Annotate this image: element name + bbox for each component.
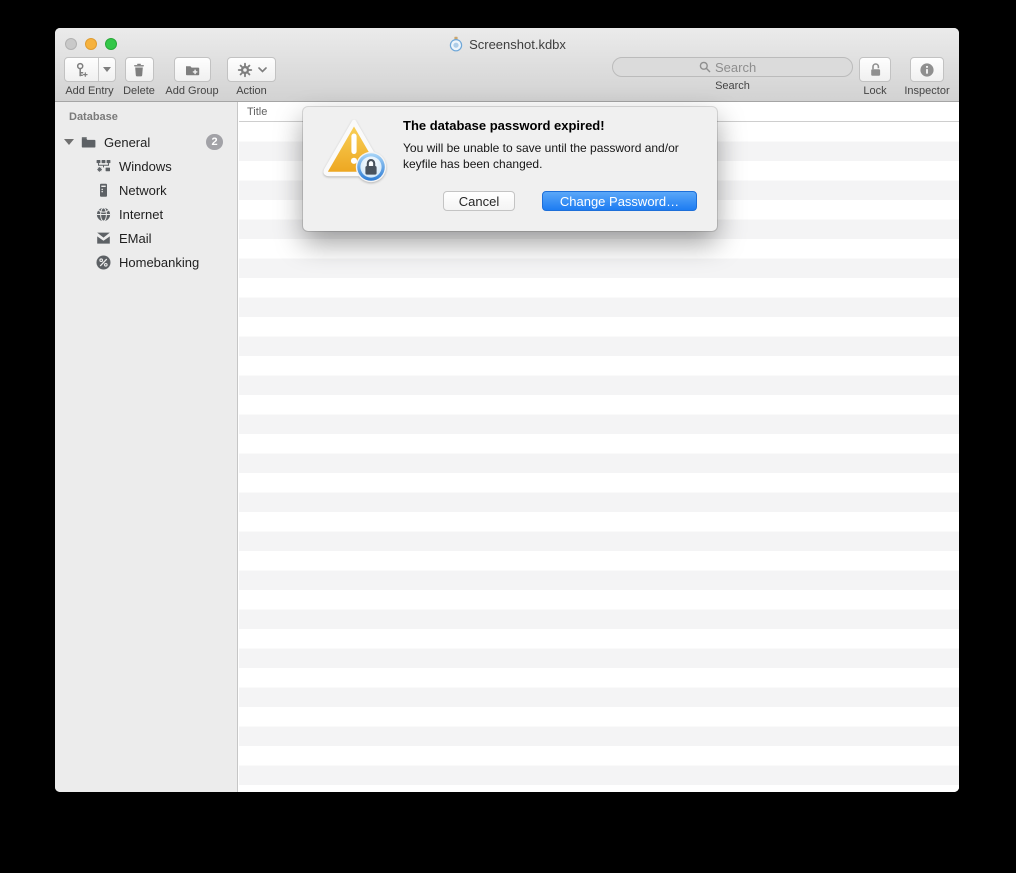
add-group-button[interactable]: [173, 57, 211, 82]
entry-count-badge: 2: [206, 134, 223, 150]
sidebar-item-label: Windows: [119, 158, 172, 174]
info-icon: [920, 62, 934, 77]
toolbar-label: Add Group: [165, 85, 219, 97]
lock-button[interactable]: [859, 57, 891, 82]
sidebar-section-header: Database: [69, 111, 118, 123]
screenshot-stage: Screenshot.kdbx Add Entry Delete Add Gro…: [0, 0, 1016, 873]
toolbar-label: Add Entry: [65, 85, 114, 97]
server-icon: [95, 182, 112, 199]
toolbar-label: Lock: [863, 85, 887, 97]
search-input-wrap[interactable]: [612, 57, 853, 77]
sidebar-item-homebanking[interactable]: Homebanking: [55, 250, 237, 274]
toolbar-item-search: Search: [612, 57, 853, 92]
toolbar-item-add-group: Add Group: [160, 57, 224, 97]
toolbar-label: Delete: [123, 85, 155, 97]
folder-plus-icon: [185, 65, 199, 75]
sidebar-item-internet[interactable]: Internet: [55, 202, 237, 226]
titlebar: Screenshot.kdbx: [55, 36, 959, 52]
toolbar-item-lock: Lock: [855, 57, 895, 97]
folder-icon: [80, 134, 97, 151]
envelope-icon: [95, 230, 112, 247]
sidebar-item-general[interactable]: General 2: [55, 130, 237, 154]
trash-icon: [134, 63, 144, 76]
document-icon: [449, 36, 463, 52]
gear-icon: [237, 62, 252, 77]
sidebar-item-windows[interactable]: Windows: [55, 154, 237, 178]
column-header-title: Title: [247, 105, 268, 118]
globe-icon: [95, 206, 112, 223]
sidebar-item-label: Internet: [119, 206, 164, 222]
window-title: Screenshot.kdbx: [469, 36, 566, 52]
toolbar-item-delete: Delete: [117, 57, 161, 97]
macpass-window: Screenshot.kdbx Add Entry Delete Add Gro…: [55, 28, 959, 792]
chevron-down-icon: [102, 67, 111, 72]
toolbar-label: Inspector: [904, 85, 950, 97]
search-input[interactable]: [715, 59, 767, 75]
delete-button[interactable]: [124, 57, 154, 82]
sidebar-item-label: General: [104, 134, 151, 150]
sidebar-item-label: EMail: [119, 230, 152, 246]
sidebar-item-label: Network: [119, 182, 167, 198]
inspector-button[interactable]: [910, 57, 944, 82]
network-nodes-icon: [95, 158, 112, 175]
password-expired-dialog: The database password expired! You will …: [303, 107, 717, 231]
add-entry-dropdown-segment[interactable]: [97, 58, 115, 81]
add-entry-main-segment[interactable]: [65, 58, 98, 81]
disclosure-triangle-icon[interactable]: [64, 139, 74, 145]
chevron-down-icon: [257, 66, 267, 73]
sidebar-item-email[interactable]: EMail: [55, 226, 237, 250]
sidebar-item-network[interactable]: Network: [55, 178, 237, 202]
dialog-body-text: You will be unable to save until the pas…: [403, 141, 679, 171]
window-chrome: Screenshot.kdbx Add Entry Delete Add Gro…: [55, 28, 959, 102]
sidebar-item-label: Homebanking: [119, 254, 200, 270]
change-password-button[interactable]: Change Password…: [542, 191, 697, 211]
open-padlock-icon: [870, 63, 880, 76]
warning-triangle-lock-icon: [323, 119, 387, 183]
toolbar-item-add-entry: Add Entry: [62, 57, 117, 97]
add-entry-button[interactable]: [63, 57, 116, 82]
key-plus-icon: [77, 62, 88, 77]
action-button[interactable]: [227, 57, 276, 82]
cancel-button[interactable]: Cancel: [443, 191, 515, 211]
toolbar-label: Search: [715, 80, 750, 92]
toolbar-item-inspector: Inspector: [898, 57, 956, 97]
percent-icon: [95, 254, 112, 271]
magnifier-icon: [699, 61, 711, 73]
dialog-title: The database password expired!: [403, 118, 605, 133]
toolbar-label: Action: [236, 85, 267, 97]
toolbar-item-action: Action: [227, 57, 276, 97]
sidebar: Database General 2 Windows Network Inter…: [55, 102, 238, 792]
